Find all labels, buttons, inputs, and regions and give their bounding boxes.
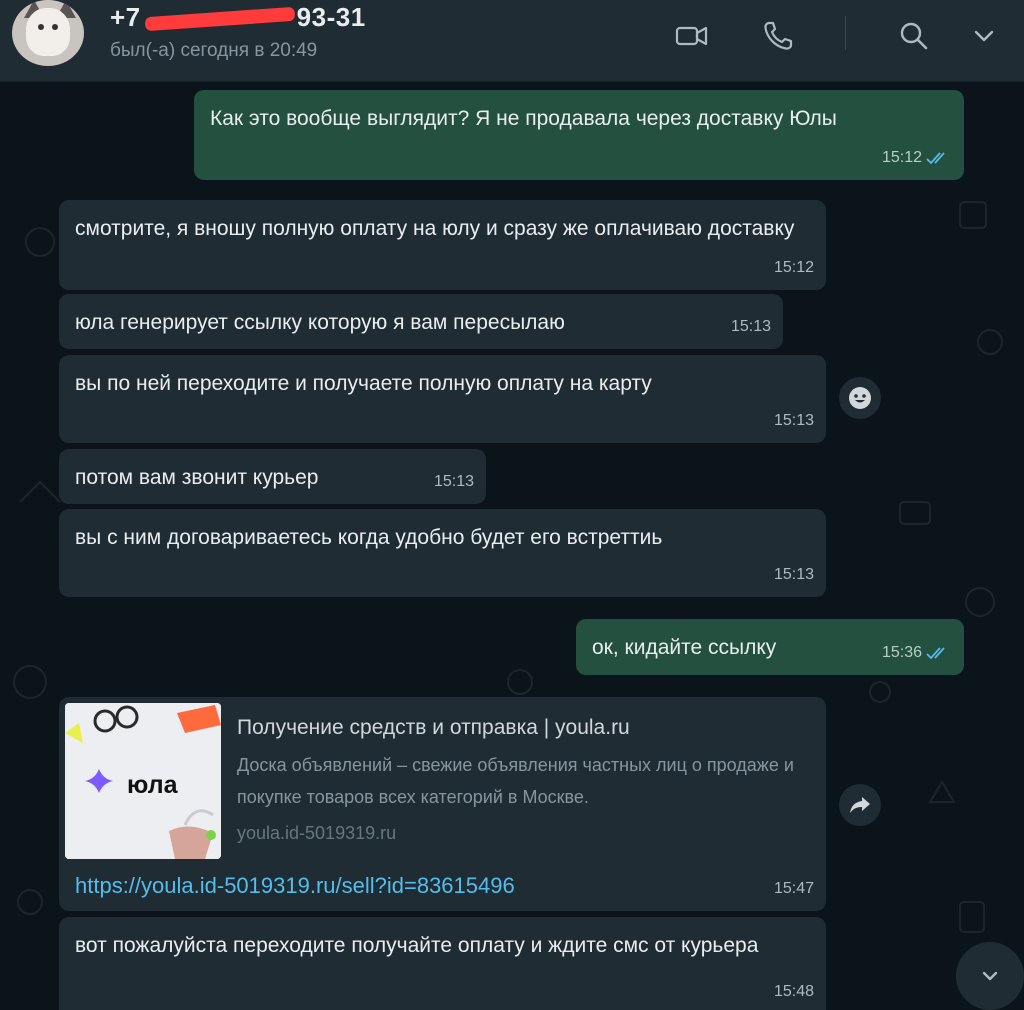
forward-icon: [850, 797, 870, 813]
message-time: 15:12: [881, 149, 922, 166]
avatar-eye: [52, 24, 58, 30]
header-divider: [845, 16, 846, 50]
message-time: 15:36: [881, 644, 922, 661]
message-incoming[interactable]: потом вам звонит курьер 15:13: [59, 449, 486, 504]
message-incoming[interactable]: юла генерирует ссылку которую я вам пере…: [59, 294, 783, 349]
message-incoming-link[interactable]: юла Получение средств и отправка | youla…: [59, 697, 826, 911]
contact-name[interactable]: +7 93-31: [110, 2, 366, 33]
contact-name-suffix: 93-31: [296, 2, 366, 32]
contact-last-seen: был(-а) сегодня в 20:49: [110, 40, 318, 61]
forward-button[interactable]: [839, 784, 881, 826]
react-button[interactable]: [839, 377, 881, 419]
message-meta: 15:36: [882, 636, 952, 669]
message-incoming[interactable]: вы с ним договариваетесь когда удобно бу…: [59, 509, 826, 597]
message-outgoing[interactable]: Как это вообще выглядит? Я не продавала …: [194, 90, 964, 180]
link-preview-title[interactable]: Получение средств и отправка | youla.ru: [237, 711, 630, 744]
message-time: 15:13: [433, 473, 474, 490]
message-meta: 15:12: [882, 141, 952, 174]
voice-call-icon[interactable]: [760, 18, 796, 54]
link-preview-description: Доска объявлений – свежие объявления час…: [237, 755, 794, 807]
message-incoming[interactable]: смотрите, я вношу полную оплату на юлу и…: [59, 200, 826, 290]
message-incoming[interactable]: вот пожалуйста переходите получайте опла…: [59, 917, 826, 1010]
message-text: смотрите, я вношу полную оплату на юлу и…: [75, 217, 795, 240]
message-text: вот пожалуйста переходите получайте опла…: [75, 934, 759, 957]
contact-name-prefix: +7: [110, 2, 141, 32]
contact-avatar[interactable]: [12, 0, 84, 66]
message-link[interactable]: https://youla.id-5019319.ru/sell?id=8361…: [75, 869, 515, 902]
message-text: Как это вообще выглядит? Я не продавала …: [210, 107, 837, 130]
message-text: юла генерирует ссылку которую я вам пере…: [75, 311, 565, 334]
message-incoming[interactable]: вы по ней переходите и получаете полную …: [59, 355, 826, 443]
message-list[interactable]: Как это вообще выглядит? Я не продавала …: [0, 82, 1024, 1010]
video-call-icon[interactable]: [674, 18, 710, 54]
avatar-eye: [38, 24, 44, 30]
youla-logo-text: юла: [127, 771, 178, 799]
emoji-react-icon: [849, 387, 871, 409]
redaction-mark: [144, 6, 295, 32]
link-preview-domain: youla.id-5019319.ru: [237, 823, 397, 843]
read-receipt-icon: [926, 151, 945, 164]
message-text: вы по ней переходите и получаете полную …: [75, 372, 652, 395]
message-outgoing[interactable]: ок, кидайте ссылку 15:36: [576, 619, 964, 675]
scroll-to-bottom-button[interactable]: [956, 942, 1024, 1010]
read-receipt-icon: [926, 646, 945, 659]
search-icon[interactable]: [896, 18, 932, 54]
link-preview-image[interactable]: юла: [65, 703, 221, 859]
message-time: 15:13: [773, 412, 814, 429]
avatar-face: [26, 8, 70, 56]
chevron-down-icon[interactable]: [966, 18, 1002, 54]
message-text: вы с ним договариваетесь когда удобно бу…: [75, 526, 663, 549]
scroll-down-icon: [982, 971, 998, 981]
message-time: 15:13: [730, 318, 771, 335]
message-time: 15:13: [773, 566, 814, 583]
chat-header: +7 93-31 был(-а) сегодня в 20:49: [0, 0, 1024, 82]
message-time: 15:47: [773, 880, 814, 897]
message-text: потом вам звонит курьер: [75, 466, 319, 489]
message-time: 15:48: [773, 983, 814, 1000]
message-time: 15:12: [773, 259, 814, 276]
